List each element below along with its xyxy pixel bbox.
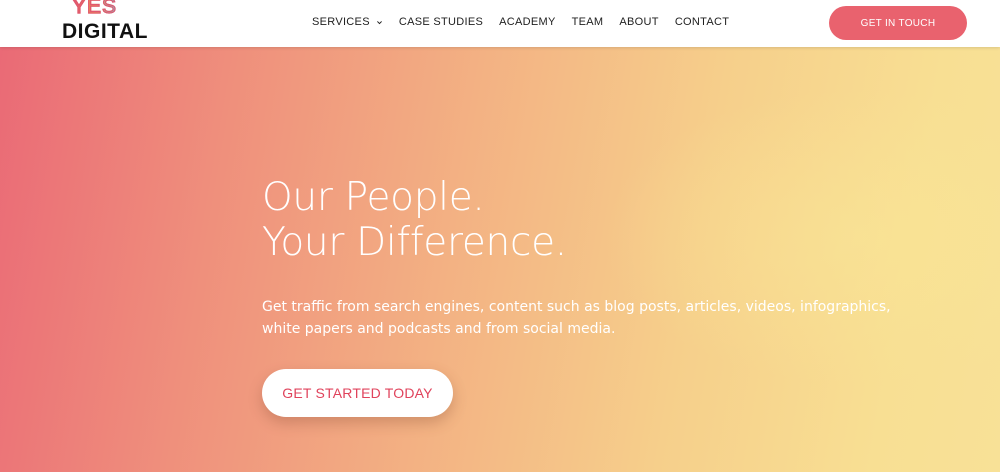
nav-item-case-studies[interactable]: CASE STUDIES bbox=[399, 16, 483, 28]
get-started-button[interactable]: GET STARTED TODAY bbox=[262, 369, 453, 417]
nav-item-label: ABOUT bbox=[619, 16, 659, 28]
hero-title-line-2: Your Difference. bbox=[262, 220, 567, 265]
hero-background-glow bbox=[600, 87, 1000, 387]
nav-item-label: CONTACT bbox=[674, 16, 730, 28]
hero-subtitle: Get traffic from search engines, content… bbox=[262, 299, 891, 337]
nav-item-services[interactable]: SERVICES bbox=[312, 16, 383, 28]
nav-item-label: TEAM bbox=[571, 16, 604, 28]
logo[interactable]: YES DIGITAL bbox=[62, 0, 154, 44]
nav-item-label: SERVICES bbox=[312, 16, 370, 28]
get-in-touch-button[interactable]: GET IN TOUCH bbox=[829, 6, 967, 40]
nav-item-label: CASE STUDIES bbox=[398, 16, 484, 28]
main-nav: SERVICES CASE STUDIES ACADEMY TEAM ABOUT… bbox=[312, 16, 745, 28]
nav-item-contact[interactable]: CONTACT bbox=[675, 16, 729, 28]
nav-item-about[interactable]: ABOUT bbox=[619, 16, 658, 28]
logo-text-bottom: DIGITAL bbox=[62, 20, 148, 43]
site-header: YES DIGITAL SERVICES CASE STUDIES ACADEM… bbox=[0, 0, 1000, 47]
hero-section: Our People. Your Difference. Get traffic… bbox=[0, 47, 1000, 472]
nav-item-label: ACADEMY bbox=[499, 16, 556, 28]
chevron-down-icon bbox=[376, 20, 382, 24]
hero-title: Our People. Your Difference. bbox=[262, 175, 567, 265]
logo-text-top: YES bbox=[71, 0, 117, 19]
nav-item-academy[interactable]: ACADEMY bbox=[499, 16, 556, 28]
hero-title-line-1: Our People. bbox=[262, 175, 485, 220]
nav-item-team[interactable]: TEAM bbox=[572, 16, 604, 28]
